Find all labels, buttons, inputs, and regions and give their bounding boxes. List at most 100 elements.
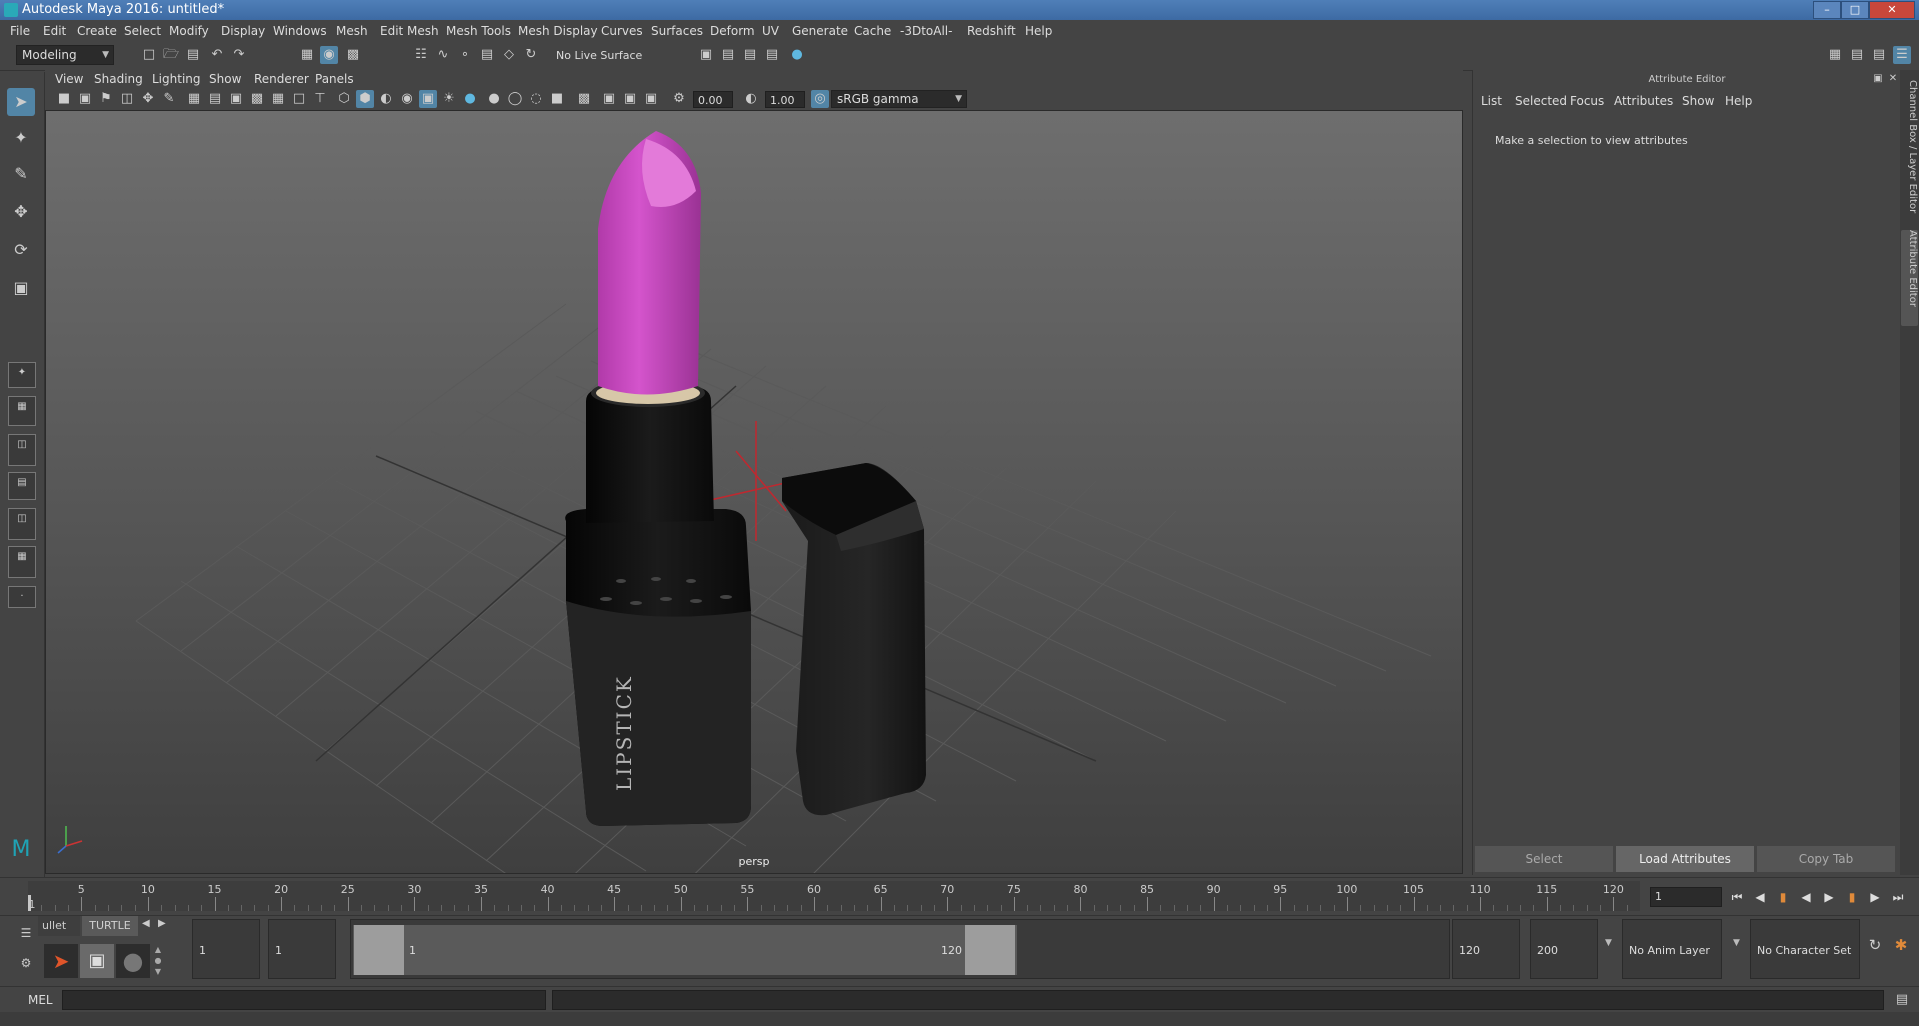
chevron-down-icon[interactable]: ▼ xyxy=(1733,938,1740,948)
attribute-editor-tab[interactable]: Attribute Editor xyxy=(1901,230,1918,326)
playback-start-field[interactable]: 1 xyxy=(268,919,336,979)
menu-mesh-display[interactable]: Mesh Display xyxy=(518,24,598,38)
command-input[interactable] xyxy=(62,990,546,1010)
shelf-tab-turtle[interactable]: TURTLE xyxy=(82,916,138,936)
gate-mask-icon[interactable]: ▩ xyxy=(248,90,266,108)
menu-deform[interactable]: Deform xyxy=(710,24,755,38)
undo-icon[interactable]: ↶ xyxy=(208,46,226,64)
more-layouts-icon[interactable]: · xyxy=(8,586,36,608)
render-settings-icon[interactable]: ▣ xyxy=(697,46,715,64)
new-scene-icon[interactable]: □ xyxy=(140,46,158,64)
snap-live-icon[interactable]: ↻ xyxy=(522,46,540,64)
step-forward-key-icon[interactable]: ▮ xyxy=(1843,888,1861,906)
grease-pencil-icon[interactable]: ✎ xyxy=(160,90,178,108)
shelf-tab-prev-icon[interactable]: ◀ xyxy=(142,918,150,929)
scale-tool-icon[interactable]: ▣ xyxy=(7,274,35,302)
shelf-settings-icon[interactable]: ⚙ xyxy=(18,956,34,972)
attribute-editor-toggle-icon[interactable]: ▤ xyxy=(1848,46,1866,64)
turtle-render-icon[interactable]: ➤ xyxy=(44,944,78,978)
script-editor-icon[interactable]: ▤ xyxy=(1893,991,1911,1009)
shadows-icon[interactable]: ☀ xyxy=(440,90,458,108)
ae-menu-focus[interactable]: Focus xyxy=(1570,94,1604,108)
ae-menu-help[interactable]: Help xyxy=(1725,94,1752,108)
vp-menu-show[interactable]: Show xyxy=(209,72,241,86)
menu-redshift[interactable]: Redshift xyxy=(967,24,1016,38)
wireframe-icon[interactable]: ⬡ xyxy=(335,90,353,108)
menu-mesh-tools[interactable]: Mesh Tools xyxy=(446,24,511,38)
load-attributes-button[interactable]: Load Attributes xyxy=(1616,846,1754,872)
shelf-scroll-icon[interactable]: ▲ ● ▼ xyxy=(152,944,164,978)
go-to-end-icon[interactable]: ⏭ xyxy=(1889,888,1907,906)
exposure-icon[interactable]: ⚙ xyxy=(670,90,688,108)
range-slider[interactable]: 1 120 xyxy=(350,919,1450,979)
hypershade-icon[interactable]: ● xyxy=(788,46,806,64)
start-frame-field[interactable]: 1 xyxy=(192,919,260,979)
rotate-tool-icon[interactable]: ⟳ xyxy=(7,236,35,264)
step-forward-frame-icon[interactable]: ▶ xyxy=(1866,888,1884,906)
render-view-icon[interactable]: ▤ xyxy=(763,46,781,64)
menu-mesh[interactable]: Mesh xyxy=(336,24,368,38)
time-ruler[interactable]: 1 5 10 15 20 25 30 35 40 45 50 55 60 65 70 75 80 85 90 95 10… xyxy=(28,881,1640,911)
menu-curves[interactable]: Curves xyxy=(601,24,643,38)
current-time-indicator[interactable] xyxy=(28,895,31,911)
select-tool-icon[interactable]: ➤ xyxy=(7,88,35,116)
maximize-view-icon[interactable]: ▣ xyxy=(600,90,618,108)
exposure-field[interactable]: 0.00 xyxy=(693,91,733,108)
color-management-icon[interactable]: ◎ xyxy=(811,90,829,108)
vp-menu-renderer[interactable]: Renderer xyxy=(254,72,309,86)
playback-end-field[interactable]: 120 xyxy=(1452,919,1520,979)
field-chart-icon[interactable]: ▦ xyxy=(269,90,287,108)
frame-all-icon[interactable]: ▣ xyxy=(642,90,660,108)
menu-uv[interactable]: UV xyxy=(762,24,779,38)
grid-toggle-icon[interactable]: ▦ xyxy=(185,90,203,108)
chevron-down-icon[interactable]: ▼ xyxy=(1605,938,1612,948)
end-frame-field[interactable]: 200 xyxy=(1530,919,1598,979)
mode-dropdown[interactable]: Modeling ▼ xyxy=(16,45,114,65)
shelf-tab-next-icon[interactable]: ▶ xyxy=(158,918,166,929)
character-set-dropdown[interactable]: No Character Set xyxy=(1750,919,1860,979)
range-start-handle[interactable] xyxy=(354,925,404,975)
perspective-viewport[interactable]: LIPSTICK persp xyxy=(45,110,1463,874)
vp-menu-view[interactable]: View xyxy=(55,72,83,86)
menu-generate[interactable]: Generate xyxy=(792,24,848,38)
gamma-icon[interactable]: ◐ xyxy=(742,90,760,108)
screen-space-ao-icon[interactable]: ● xyxy=(461,90,479,108)
minimize-button[interactable]: – xyxy=(1813,1,1841,19)
channel-box-toggle-icon[interactable]: ☰ xyxy=(1893,46,1911,64)
menu-select[interactable]: Select xyxy=(124,24,161,38)
play-backward-icon[interactable]: ◀ xyxy=(1797,888,1815,906)
xray-joints-icon[interactable]: ▩ xyxy=(575,90,593,108)
gamma-field[interactable]: 1.00 xyxy=(765,91,805,108)
menu-cache[interactable]: Cache xyxy=(854,24,891,38)
ae-select-button[interactable]: Select xyxy=(1475,846,1613,872)
menu-modify[interactable]: Modify xyxy=(169,24,209,38)
safe-action-icon[interactable]: □ xyxy=(290,90,308,108)
vp-menu-panels[interactable]: Panels xyxy=(315,72,354,86)
use-lights-icon[interactable]: ◐ xyxy=(377,90,395,108)
paint-select-tool-icon[interactable]: ✎ xyxy=(7,160,35,188)
anti-aliasing-icon[interactable]: ◌ xyxy=(527,90,545,108)
move-tool-icon[interactable]: ✥ xyxy=(7,198,35,226)
camera-icon[interactable]: ■ xyxy=(55,90,73,108)
go-to-start-icon[interactable]: ⏮ xyxy=(1728,888,1746,906)
snap-curve-icon[interactable]: ∿ xyxy=(434,46,452,64)
lasso-tool-icon[interactable]: ✦ xyxy=(7,124,35,152)
redo-icon[interactable]: ↷ xyxy=(230,46,248,64)
render-frame-icon[interactable]: ▤ xyxy=(719,46,737,64)
menu-edit[interactable]: Edit xyxy=(43,24,66,38)
snap-grid-icon[interactable]: ☷ xyxy=(412,46,430,64)
menu-edit-mesh[interactable]: Edit Mesh xyxy=(380,24,439,38)
camera-attributes-icon[interactable]: ▣ xyxy=(76,90,94,108)
step-back-frame-icon[interactable]: ◀ xyxy=(1751,888,1769,906)
menu-windows[interactable]: Windows xyxy=(273,24,327,38)
four-view-layout-icon[interactable]: ▦ xyxy=(8,396,36,426)
ae-menu-list[interactable]: List xyxy=(1481,94,1502,108)
menu-3dtoall[interactable]: -3DtoAll- xyxy=(900,24,952,38)
fit-selection-icon[interactable]: ▣ xyxy=(621,90,639,108)
range-end-handle[interactable] xyxy=(965,925,1015,975)
select-object-icon[interactable]: ◉ xyxy=(320,46,338,64)
maximize-button[interactable]: □ xyxy=(1841,1,1869,19)
play-forward-icon[interactable]: ▶ xyxy=(1820,888,1838,906)
side-by-side-layout-icon[interactable]: ◫ xyxy=(8,434,36,466)
current-frame-field[interactable]: 1 xyxy=(1650,887,1722,907)
